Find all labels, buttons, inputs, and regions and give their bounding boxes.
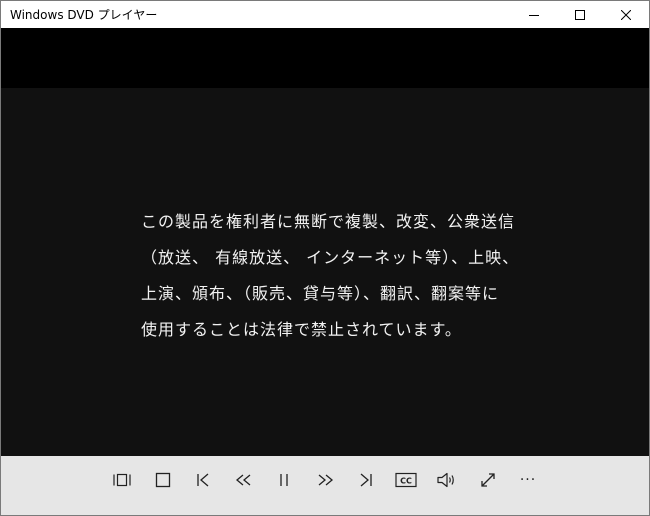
playback-controls: CC ··· [1,456,649,515]
volume-icon [437,472,454,488]
maximize-button[interactable] [557,1,603,28]
closed-captions-button[interactable]: CC [390,464,422,496]
stop-icon [155,472,171,488]
notice-line: 上演、頒布、（販売、貸与等）、翻訳、翻案等に [141,284,500,303]
fullscreen-icon [481,473,495,487]
notice-line: （放送、 有線放送、 インターネット等）、上映、 [141,248,520,267]
title-bar[interactable]: Windows DVD プレイヤー [1,1,649,28]
pause-icon [280,474,288,486]
menu-icon [113,473,131,487]
cc-icon: CC [395,472,417,488]
stop-button[interactable] [147,464,179,496]
minimize-icon [529,14,539,16]
rewind-button[interactable] [228,464,260,496]
volume-button[interactable] [431,464,463,496]
close-button[interactable] [603,1,649,28]
close-icon [621,9,631,20]
skip-back-icon [197,473,209,487]
fast-forward-icon [318,474,334,486]
window-title: Windows DVD プレイヤー [10,8,158,22]
menu-button[interactable] [106,464,138,496]
window-controls [511,1,649,28]
fullscreen-button[interactable] [472,464,504,496]
notice-line: この製品を権利者に無断で複製、改変、公衆送信 [141,212,516,231]
notice-line: 使用することは法律で禁止されています。 [141,320,462,339]
cc-label: CC [400,477,412,486]
previous-chapter-button[interactable] [187,464,219,496]
video-area[interactable]: この製品を権利者に無断で複製、改変、公衆送信 （放送、 有線放送、 インターネッ… [1,28,649,456]
more-options-button[interactable]: ··· [512,464,544,496]
dvd-player-window: Windows DVD プレイヤー この製品を権利者に無断で複製、改変、公衆送信… [0,0,650,516]
maximize-icon [575,9,585,20]
video-frame: この製品を権利者に無断で複製、改変、公衆送信 （放送、 有線放送、 インターネッ… [1,88,649,456]
rewind-icon [235,474,251,486]
minimize-button[interactable] [511,1,557,28]
next-chapter-button[interactable] [350,464,382,496]
copyright-notice: この製品を権利者に無断で複製、改変、公衆送信 （放送、 有線放送、 インターネッ… [141,204,519,348]
skip-forward-icon [360,473,372,487]
more-icon: ··· [519,472,537,488]
fast-forward-button[interactable] [309,464,341,496]
pause-button[interactable] [268,464,300,496]
